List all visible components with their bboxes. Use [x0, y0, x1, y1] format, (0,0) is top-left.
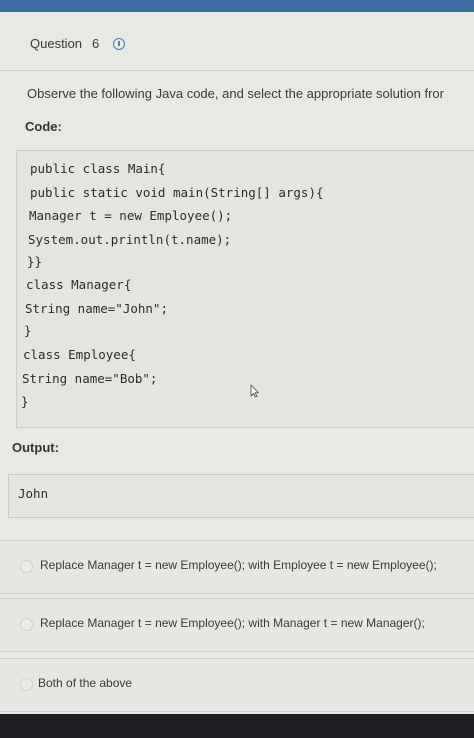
mouse-cursor-icon [250, 384, 259, 398]
info-icon[interactable] [113, 37, 126, 50]
code-label: Code: [25, 119, 62, 134]
code-line: } [24, 323, 32, 338]
output-block: John [8, 474, 474, 518]
option-label: Replace Manager t = new Employee(); with… [40, 616, 425, 630]
taskbar [0, 714, 474, 738]
code-line: String name="John"; [25, 301, 168, 316]
code-line: String name="Bob"; [22, 371, 158, 386]
question-number: 6 [92, 36, 100, 51]
code-line: System.out.println(t.name); [28, 232, 232, 247]
code-line: } [21, 394, 29, 409]
code-line: Manager t = new Employee(); [29, 208, 233, 223]
code-block: public class Main{ public static void ma… [16, 150, 474, 428]
header-divider [0, 70, 474, 71]
question-header: Question 6 [30, 36, 126, 51]
browser-top-bar [0, 0, 474, 12]
code-line: public class Main{ [30, 161, 166, 176]
option-label: Both of the above [38, 676, 133, 690]
answer-option-3[interactable]: Both of the above [0, 658, 474, 712]
code-line: }} [27, 254, 43, 269]
question-instruction: Observe the following Java code, and sel… [27, 86, 444, 101]
code-line: class Employee{ [23, 347, 136, 362]
answer-option-1[interactable]: Replace Manager t = new Employee(); with… [0, 540, 474, 594]
code-line: public static void main(String[] args){ [30, 185, 324, 200]
code-line: class Manager{ [26, 277, 132, 292]
radio-button[interactable] [20, 678, 33, 691]
output-label: Output: [12, 440, 59, 455]
answer-option-2[interactable]: Replace Manager t = new Employee(); with… [0, 598, 474, 652]
output-value: John [18, 486, 49, 501]
radio-button[interactable] [20, 560, 33, 573]
question-label: Question [30, 36, 83, 51]
option-label: Replace Manager t = new Employee(); with… [40, 558, 437, 572]
radio-button[interactable] [20, 618, 33, 631]
